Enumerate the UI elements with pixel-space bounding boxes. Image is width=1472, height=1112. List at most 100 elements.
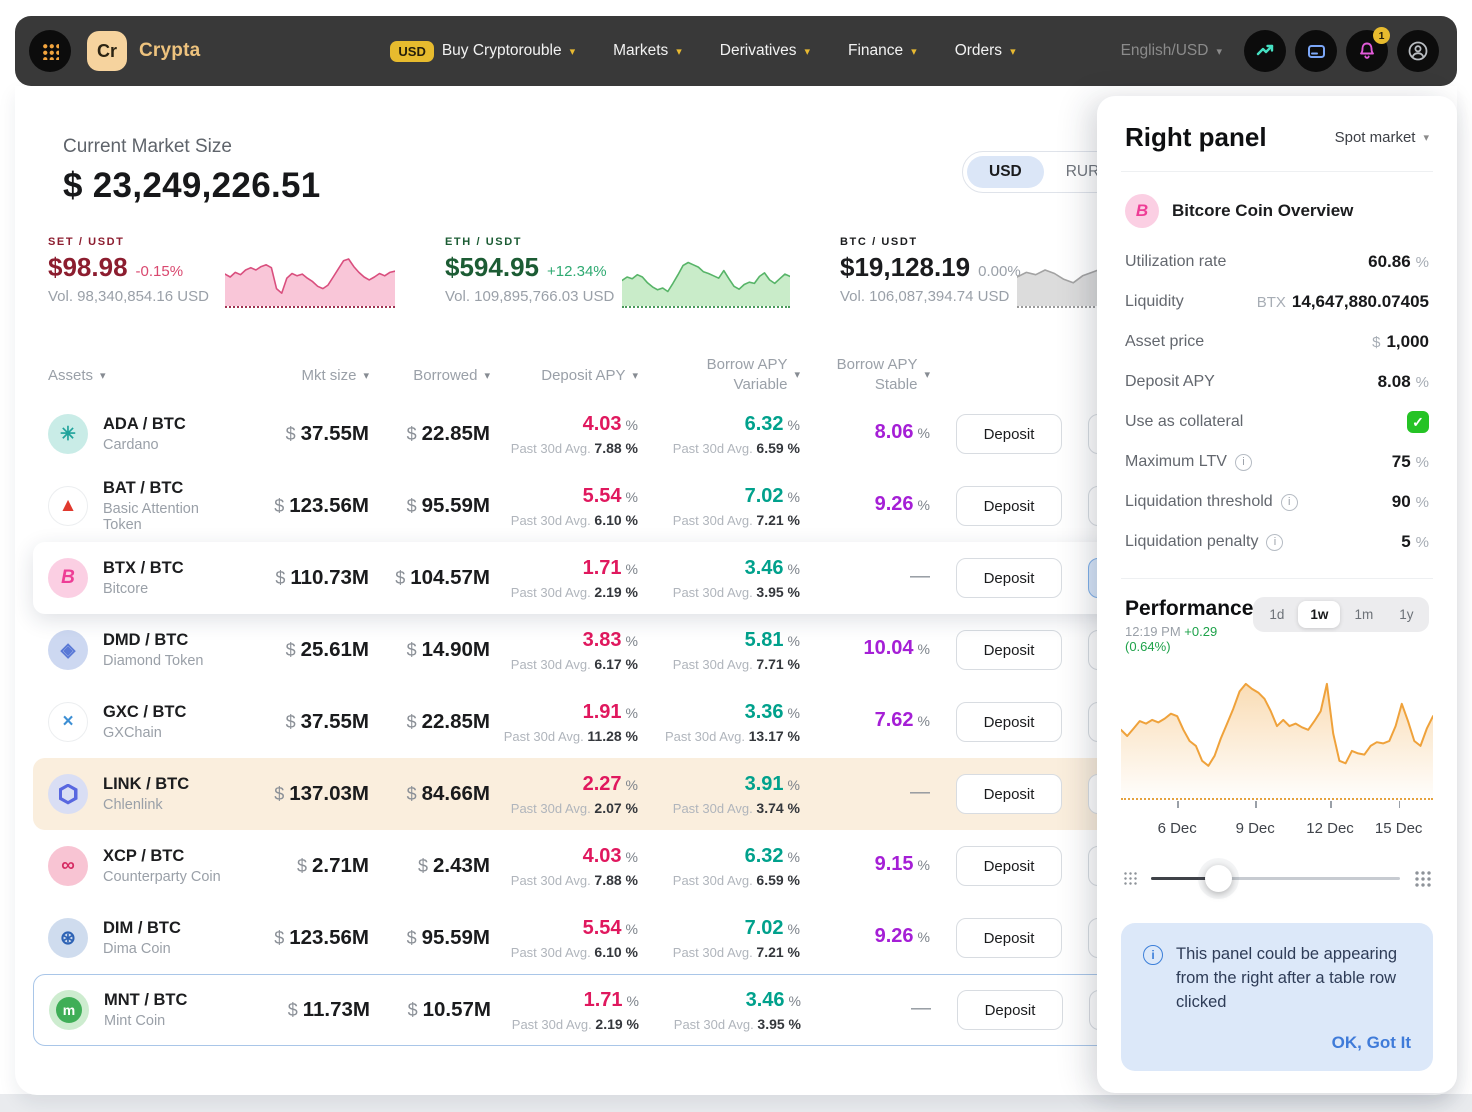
asset-name: Counterparty Coin bbox=[103, 869, 221, 885]
percent-sign: % bbox=[918, 857, 930, 873]
currency-sign: $ bbox=[407, 640, 417, 660]
deposit-apy-cell: 5.54%Past 30d Avg. 6.10 % bbox=[490, 485, 638, 528]
nav-item-derivatives[interactable]: Derivatives▾ bbox=[720, 42, 810, 60]
deposit-button-cell: Deposit bbox=[930, 558, 1088, 598]
markets-trend-button[interactable] bbox=[1244, 30, 1286, 72]
nav-item-label: Finance bbox=[848, 42, 903, 60]
past-avg: Past 30d Avg. 6.17 % bbox=[490, 656, 638, 672]
slider-handle[interactable] bbox=[1205, 865, 1232, 892]
locale-select[interactable]: English/USD ▾ bbox=[1121, 42, 1222, 60]
column-borrowed[interactable]: Borrowed▾ bbox=[369, 367, 490, 384]
past-avg-label: Past 30d Avg. bbox=[512, 1017, 592, 1032]
collateral-checkbox[interactable]: ✓ bbox=[1407, 411, 1429, 433]
deposit-button[interactable]: Deposit bbox=[957, 990, 1064, 1030]
info-icon[interactable]: i bbox=[1235, 454, 1252, 471]
asset-pair: GXC / BTC bbox=[103, 703, 186, 722]
coin-overview-header: B Bitcore Coin Overview bbox=[1125, 194, 1429, 228]
ticker-volume: Vol. 109,895,766.03 USD bbox=[445, 288, 614, 305]
stat-label-text: Liquidation threshold bbox=[1125, 493, 1273, 511]
variable-apy-value: 3.36% bbox=[638, 701, 800, 724]
column-borrow-apy-stable[interactable]: Borrow APYStable ▾ bbox=[800, 355, 930, 396]
brand-logo: Cr bbox=[87, 31, 127, 71]
range-option-1y[interactable]: 1y bbox=[1387, 601, 1425, 628]
stat-label: Utilization rate bbox=[1125, 253, 1226, 271]
range-option-1w[interactable]: 1w bbox=[1298, 601, 1340, 628]
notifications-button[interactable]: 1 bbox=[1346, 30, 1388, 72]
column-assets[interactable]: Assets▾ bbox=[48, 367, 228, 384]
chart-range-slider[interactable] bbox=[1151, 864, 1400, 892]
grip-dots-icon[interactable] bbox=[1123, 871, 1137, 885]
currency-sign: $ bbox=[286, 712, 296, 732]
borrowed-value: 95.59M bbox=[422, 926, 490, 949]
info-box-dismiss-button[interactable]: OK, Got It bbox=[1143, 1033, 1411, 1053]
deposit-button[interactable]: Deposit bbox=[956, 918, 1063, 958]
asset-name: Chlenlink bbox=[103, 797, 189, 813]
deposit-button[interactable]: Deposit bbox=[956, 846, 1063, 886]
asset-name: Diamond Token bbox=[103, 653, 204, 669]
mkt-cell: $123.56M bbox=[228, 494, 369, 518]
stat-label-text: Asset price bbox=[1125, 333, 1204, 351]
apy-number: 5.81 bbox=[745, 629, 784, 651]
deposit-button[interactable]: Deposit bbox=[956, 702, 1063, 742]
deposit-button[interactable]: Deposit bbox=[956, 486, 1063, 526]
past-avg-label: Past 30d Avg. bbox=[673, 513, 753, 528]
ticker-price: $19,128.19 bbox=[840, 252, 970, 283]
nav-item-buy-cryptorouble[interactable]: USDBuy Cryptorouble▾ bbox=[390, 41, 575, 62]
deposit-apy-value: 1.71% bbox=[490, 557, 638, 580]
column-deposit-apy[interactable]: Deposit APY▾ bbox=[490, 367, 638, 384]
percent-sign: % bbox=[626, 777, 638, 793]
page-background-strip bbox=[0, 1094, 1472, 1112]
mkt-cell: $37.55M bbox=[228, 422, 369, 446]
info-icon[interactable]: i bbox=[1281, 494, 1298, 511]
ticker-btc[interactable]: BTC / USDT$19,128.190.00%Vol. 106,087,39… bbox=[840, 236, 1021, 305]
past-avg-value: 2.07 % bbox=[594, 800, 638, 816]
ticker-set[interactable]: SET / USDT$98.98-0.15%Vol. 98,340,854.16… bbox=[48, 236, 209, 305]
deposit-button[interactable]: Deposit bbox=[956, 414, 1063, 454]
mkt-value: 123.56M bbox=[289, 494, 369, 517]
brand[interactable]: Cr Crypta bbox=[87, 31, 200, 71]
chevron-down-icon: ▾ bbox=[1423, 131, 1429, 144]
info-icon[interactable]: i bbox=[1266, 534, 1283, 551]
profile-button[interactable] bbox=[1397, 30, 1439, 72]
nav-item-markets[interactable]: Markets▾ bbox=[613, 42, 682, 60]
currency-option-usd[interactable]: USD bbox=[967, 156, 1044, 188]
stable-apy-value: 8.06% bbox=[800, 421, 930, 444]
wallet-card-button[interactable] bbox=[1295, 30, 1337, 72]
currency-badge: USD bbox=[390, 41, 433, 62]
ticker-volume: Vol. 98,340,854.16 USD bbox=[48, 288, 209, 305]
stable-apy-value: — bbox=[801, 997, 931, 1020]
column-borrow-apy-variable[interactable]: Borrow APYVariable ▾ bbox=[638, 355, 800, 396]
apps-grid-button[interactable] bbox=[29, 30, 71, 72]
nav-item-orders[interactable]: Orders▾ bbox=[955, 42, 1016, 60]
deposit-apy-cell: 4.03%Past 30d Avg. 7.88 % bbox=[490, 845, 638, 888]
ticker-price-row: $594.95+12.34% bbox=[445, 252, 614, 283]
mkt-cell: $137.03M bbox=[228, 782, 369, 806]
stat-label: Liquidation penaltyi bbox=[1125, 533, 1283, 551]
nav-item-finance[interactable]: Finance▾ bbox=[848, 42, 917, 60]
ticker-pair: ETH / USDT bbox=[445, 236, 614, 248]
deposit-apy-cell: 1.91%Past 30d Avg. 11.28 % bbox=[490, 701, 638, 744]
ticker-eth[interactable]: ETH / USDT $594.95+12.34% Vol. 109,895,766… bbox=[445, 236, 614, 305]
deposit-button[interactable]: Deposit bbox=[956, 630, 1063, 670]
deposit-button[interactable]: Deposit bbox=[956, 558, 1063, 598]
coin-stats: Utilization rate60.86%LiquidityBTX14,647… bbox=[1125, 242, 1429, 562]
past-avg: Past 30d Avg. 7.71 % bbox=[638, 656, 800, 672]
variable-apy-value: 3.46% bbox=[639, 989, 801, 1012]
past-avg: Past 30d Avg. 2.07 % bbox=[490, 800, 638, 816]
range-option-1d[interactable]: 1d bbox=[1257, 601, 1296, 628]
variable-apy-cell: 6.32%Past 30d Avg. 6.59 % bbox=[638, 413, 800, 456]
range-option-1m[interactable]: 1m bbox=[1342, 601, 1385, 628]
stat-value-suffix: % bbox=[1416, 534, 1429, 551]
deposit-button[interactable]: Deposit bbox=[956, 774, 1063, 814]
column-mkt-size[interactable]: Mkt size▾ bbox=[228, 367, 369, 384]
grip-dots-icon[interactable] bbox=[1414, 870, 1431, 887]
market-type-select[interactable]: Spot market ▾ bbox=[1335, 129, 1429, 146]
stat-row-asset-price: Asset price$1,000 bbox=[1125, 322, 1429, 362]
borrowed-cell: $22.85M bbox=[369, 710, 490, 734]
past-avg-label: Past 30d Avg. bbox=[511, 513, 591, 528]
apy-number: 9.26 bbox=[875, 925, 914, 947]
variable-apy-cell: 6.32%Past 30d Avg. 6.59 % bbox=[638, 845, 800, 888]
past-avg: Past 30d Avg. 6.59 % bbox=[638, 440, 800, 456]
past-avg: Past 30d Avg. 6.59 % bbox=[638, 872, 800, 888]
chart-slider-row bbox=[1123, 864, 1431, 892]
